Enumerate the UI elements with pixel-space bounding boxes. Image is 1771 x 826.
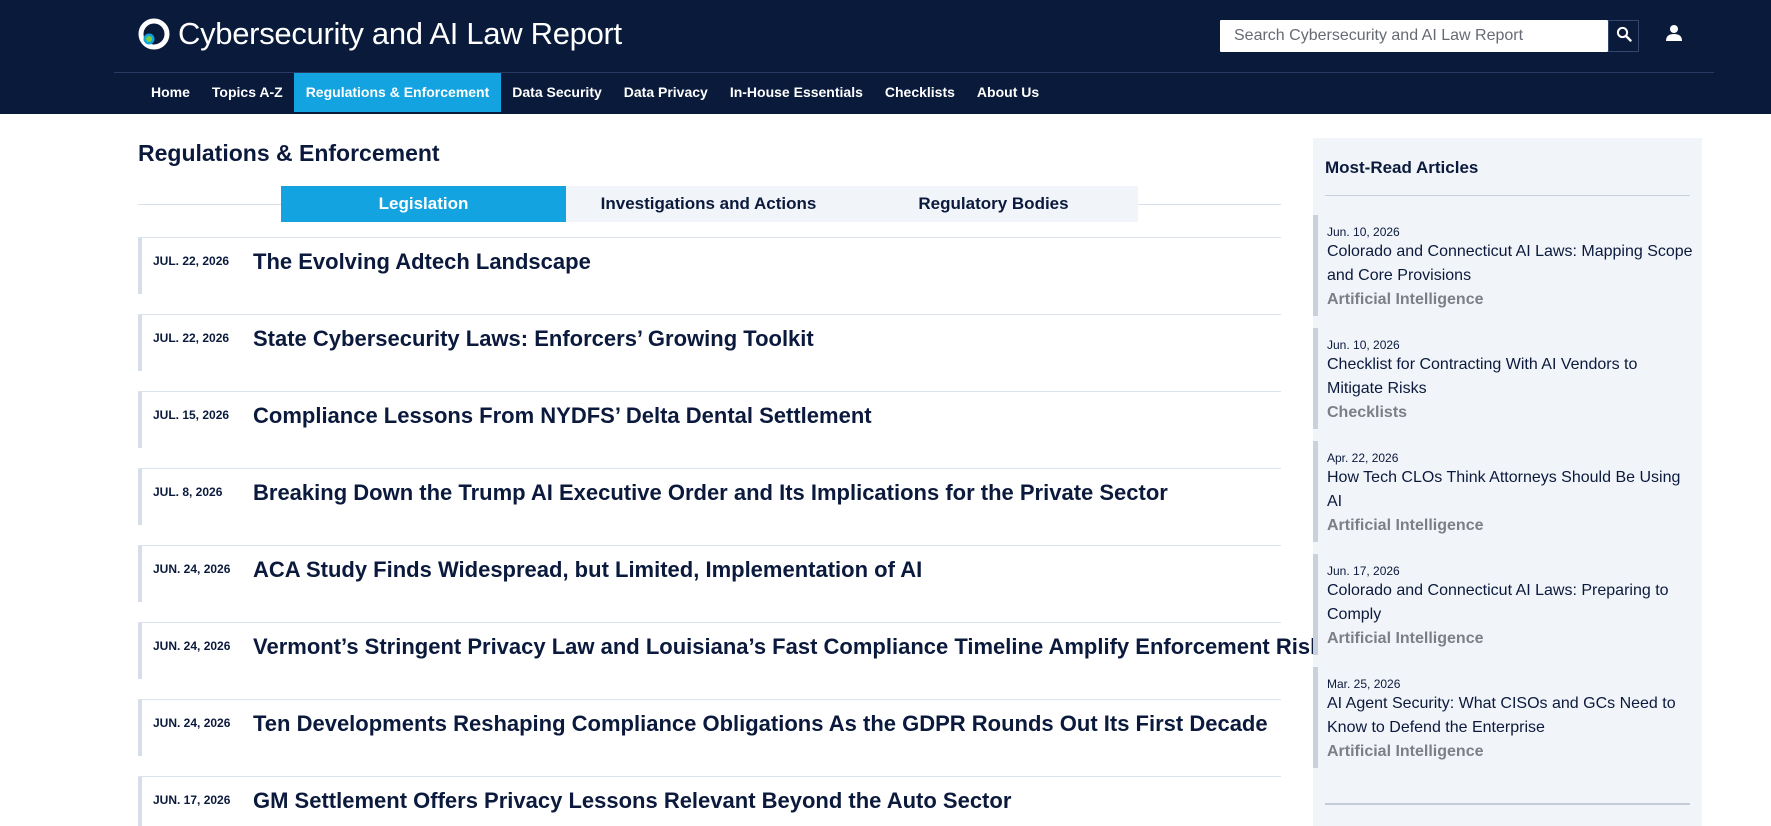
most-read-item[interactable]: Jun. 17, 2026 Colorado and Connecticut A… — [1313, 554, 1702, 655]
most-read-item[interactable]: Mar. 25, 2026 AI Agent Security: What CI… — [1313, 667, 1702, 768]
tab-regulatory-bodies[interactable]: Regulatory Bodies — [851, 186, 1136, 222]
article-item: JUL. 22, 2026 State Cybersecurity Laws: … — [138, 314, 1281, 391]
most-read-title[interactable]: How Tech CLOs Think Attorneys Should Be … — [1327, 466, 1694, 514]
most-read-category[interactable]: Artificial Intelligence — [1327, 514, 1694, 538]
article-accent-bar — [138, 315, 142, 371]
most-read-item[interactable]: Jun. 10, 2026 Colorado and Connecticut A… — [1313, 215, 1702, 316]
article-title-link[interactable]: Ten Developments Reshaping Compliance Ob… — [253, 711, 1268, 737]
most-read-title[interactable]: Colorado and Connecticut AI Laws: Prepar… — [1327, 579, 1694, 627]
most-read-title[interactable]: Checklist for Contracting With AI Vendor… — [1327, 353, 1694, 401]
main-nav: Home Topics A-Z Regulations & Enforcemen… — [140, 73, 1050, 112]
nav-item-about-us[interactable]: About Us — [966, 73, 1050, 112]
nav-item-topics-a-z[interactable]: Topics A-Z — [201, 73, 294, 112]
article-item: JUN. 24, 2026 Vermont’s Stringent Privac… — [138, 622, 1322, 699]
most-read-date: Jun. 10, 2026 — [1327, 225, 1400, 239]
nav-item-checklists[interactable]: Checklists — [874, 73, 966, 112]
logo-icon — [138, 18, 170, 50]
article-date: JUL. 15, 2026 — [153, 408, 230, 422]
most-read-date: Mar. 25, 2026 — [1327, 677, 1401, 691]
article-item: JUL. 8, 2026 Breaking Down the Trump AI … — [138, 468, 1281, 545]
sidebar-title: Most-Read Articles — [1325, 158, 1479, 177]
most-read-date: Jun. 17, 2026 — [1327, 564, 1400, 578]
item-accent-bar — [1313, 328, 1318, 429]
article-title-link[interactable]: Breaking Down the Trump AI Executive Ord… — [253, 480, 1168, 506]
article-item: JUN. 24, 2026 Ten Developments Reshaping… — [138, 699, 1281, 776]
article-item: JUN. 24, 2026 ACA Study Finds Widespread… — [138, 545, 1281, 622]
article-date: JUL. 8, 2026 — [153, 485, 223, 499]
tab-legislation[interactable]: Legislation — [281, 186, 566, 222]
article-accent-bar — [138, 700, 142, 756]
nav-item-data-security[interactable]: Data Security — [501, 73, 612, 112]
search-input[interactable] — [1220, 20, 1608, 52]
article-accent-bar — [138, 623, 142, 679]
most-read-title[interactable]: AI Agent Security: What CISOs and GCs Ne… — [1327, 692, 1694, 740]
page-title: Regulations & Enforcement — [138, 140, 440, 166]
item-accent-bar — [1313, 441, 1318, 542]
section-tabs: Legislation Investigations and Actions R… — [281, 186, 1138, 222]
item-accent-bar — [1313, 554, 1318, 655]
article-item: JUL. 22, 2026 The Evolving Adtech Landsc… — [138, 237, 1281, 314]
nav-item-data-privacy[interactable]: Data Privacy — [613, 73, 719, 112]
user-account-button[interactable] — [1662, 22, 1686, 48]
article-accent-bar — [138, 546, 142, 602]
article-title-link[interactable]: The Evolving Adtech Landscape — [253, 249, 591, 275]
sidebar-divider — [1325, 195, 1690, 196]
article-item: JUL. 15, 2026 Compliance Lessons From NY… — [138, 391, 1281, 468]
most-read-date: Jun. 10, 2026 — [1327, 338, 1400, 352]
search-button[interactable] — [1608, 20, 1639, 52]
article-date: JUN. 17, 2026 — [153, 793, 231, 807]
tab-investigations-and-actions[interactable]: Investigations and Actions — [566, 186, 851, 222]
most-read-title[interactable]: Colorado and Connecticut AI Laws: Mappin… — [1327, 240, 1694, 288]
article-date: JUN. 24, 2026 — [153, 562, 231, 576]
site-title: Cybersecurity and AI Law Report — [178, 16, 622, 51]
item-accent-bar — [1313, 215, 1318, 316]
most-read-sidebar: Most-Read Articles Jun. 10, 2026 Colorad… — [1313, 138, 1702, 826]
article-list: JUL. 22, 2026 The Evolving Adtech Landsc… — [138, 237, 1322, 826]
article-accent-bar — [138, 392, 142, 448]
search-icon — [1616, 26, 1632, 47]
article-accent-bar — [138, 238, 142, 294]
user-icon — [1666, 24, 1682, 47]
article-title-link[interactable]: Vermont’s Stringent Privacy Law and Loui… — [253, 634, 1322, 660]
most-read-item[interactable]: Apr. 22, 2026 How Tech CLOs Think Attorn… — [1313, 441, 1702, 542]
article-date: JUN. 24, 2026 — [153, 639, 231, 653]
most-read-list: Jun. 10, 2026 Colorado and Connecticut A… — [1313, 215, 1702, 780]
most-read-category[interactable]: Artificial Intelligence — [1327, 288, 1694, 312]
nav-item-regulations-enforcement[interactable]: Regulations & Enforcement — [293, 73, 502, 112]
nav-item-home[interactable]: Home — [140, 73, 201, 112]
most-read-date: Apr. 22, 2026 — [1327, 451, 1399, 465]
article-item: JUN. 17, 2026 GM Settlement Offers Priva… — [138, 776, 1281, 826]
article-date: JUL. 22, 2026 — [153, 254, 230, 268]
site-header: Cybersecurity and AI Law Report Home Top… — [0, 0, 1771, 114]
most-read-category[interactable]: Checklists — [1327, 401, 1694, 425]
most-read-category[interactable]: Artificial Intelligence — [1327, 740, 1694, 764]
item-accent-bar — [1313, 667, 1318, 768]
article-accent-bar — [138, 777, 142, 826]
article-date: JUN. 24, 2026 — [153, 716, 231, 730]
article-title-link[interactable]: ACA Study Finds Widespread, but Limited,… — [253, 557, 922, 583]
most-read-item[interactable]: Jun. 10, 2026 Checklist for Contracting … — [1313, 328, 1702, 429]
article-title-link[interactable]: State Cybersecurity Laws: Enforcers’ Gro… — [253, 326, 814, 352]
nav-item-in-house-essentials[interactable]: In-House Essentials — [719, 73, 874, 112]
article-title-link[interactable]: Compliance Lessons From NYDFS’ Delta Den… — [253, 403, 872, 429]
site-logo[interactable]: Cybersecurity and AI Law Report — [138, 16, 622, 52]
article-title-link[interactable]: GM Settlement Offers Privacy Lessons Rel… — [253, 788, 1011, 814]
most-read-category[interactable]: Artificial Intelligence — [1327, 627, 1694, 651]
article-date: JUL. 22, 2026 — [153, 331, 230, 345]
sidebar-bottom-divider — [1325, 803, 1690, 805]
article-accent-bar — [138, 469, 142, 525]
